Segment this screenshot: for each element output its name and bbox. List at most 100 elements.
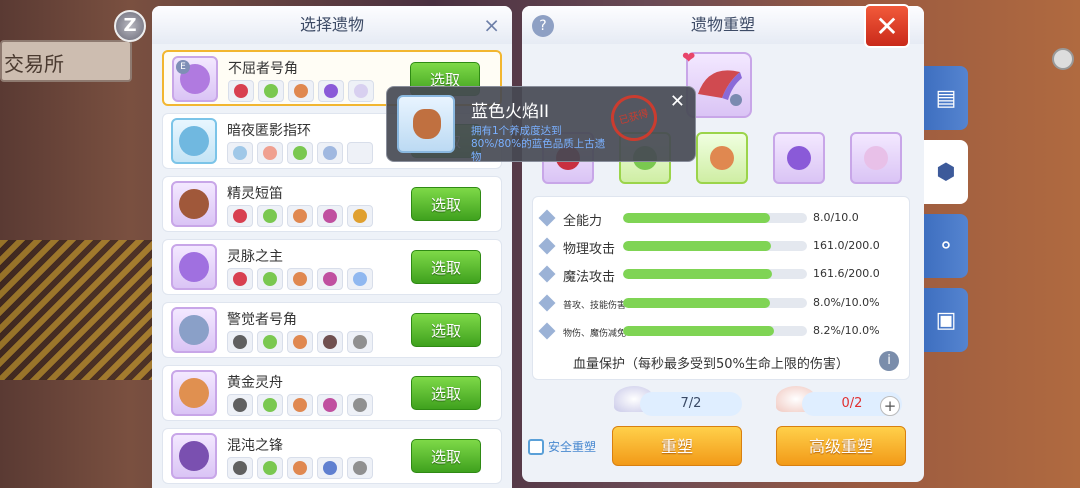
info-icon[interactable]: i: [879, 351, 899, 371]
safe-reforge-checkbox[interactable]: [528, 438, 544, 455]
slot-icon: [347, 331, 373, 353]
slot-icon: [288, 80, 314, 102]
part-gem-icon: [864, 146, 888, 170]
slot-icon: [287, 142, 313, 164]
select-button[interactable]: 选取: [411, 250, 481, 284]
relic-part-slot[interactable]: [773, 132, 825, 184]
slot-icon: [317, 205, 343, 227]
stats-box: 全能力 8.0/10.0 物理攻击 161.0/200.0 魔法攻击 161.6/200.…: [532, 196, 910, 380]
relic-row[interactable]: 精灵短笛 选取: [162, 176, 502, 232]
slot-icon: [227, 205, 253, 227]
relic-glyph-icon: [179, 441, 209, 471]
hexagon-icon[interactable]: ⬢: [924, 140, 968, 204]
relic-row[interactable]: 混沌之锋 选取: [162, 428, 502, 484]
relic-slots: [228, 80, 374, 102]
tooltip-relic-icon: [397, 95, 455, 153]
relic-icon: [171, 181, 217, 227]
exchange-sign: 交易所: [0, 40, 132, 82]
diamond-icon: [538, 322, 556, 340]
background-crowd-text: [0, 240, 160, 380]
advanced-reforge-button[interactable]: 高级重塑: [776, 426, 906, 466]
relic-name: 黄金灵舟: [227, 375, 283, 391]
relic-slots: [227, 205, 373, 227]
select-button[interactable]: 选取: [411, 187, 481, 221]
slot-icon: [347, 268, 373, 290]
relic-part-slot[interactable]: [696, 132, 748, 184]
tooltip-desc: 拥有1个养成度达到80%/80%的蓝色品质上古遗物: [471, 125, 606, 163]
help-icon[interactable]: ?: [532, 15, 554, 37]
slot-icon: [257, 457, 283, 479]
select-button[interactable]: 选取: [411, 439, 481, 473]
select-button[interactable]: 选取: [411, 376, 481, 410]
relic-icon: [171, 433, 217, 479]
slot-icon: [227, 394, 253, 416]
tooltip-close-icon[interactable]: ✕: [670, 91, 685, 112]
panel-title: 遗物重塑: [690, 15, 755, 34]
relic-row[interactable]: 灵脉之主 选取: [162, 239, 502, 295]
relic-slots: [227, 331, 373, 353]
slot-icon: [257, 142, 283, 164]
reforge-button[interactable]: 重塑: [612, 426, 742, 466]
stat-row: 物伤、魔伤减免 8.2%/10.0%: [538, 322, 901, 342]
slot-icon: [318, 80, 344, 102]
relic-part-slot[interactable]: [850, 132, 902, 184]
hp-protect-text: 血量保护（每秒最多受到50%生命上限的伤害）: [573, 357, 849, 372]
settings-icon[interactable]: [1052, 48, 1074, 70]
stat-bar: [623, 213, 807, 223]
shop-icon[interactable]: ▤: [924, 66, 968, 130]
stat-row: 全能力 8.0/10.0: [538, 209, 901, 229]
diamond-icon: [538, 265, 556, 283]
relic-name: 精灵短笛: [227, 186, 283, 202]
diamond-icon: [538, 237, 556, 255]
slot-icon: [227, 268, 253, 290]
z-button[interactable]: Z: [114, 10, 146, 42]
relic-row[interactable]: 警觉者号角 选取: [162, 302, 502, 358]
close-button[interactable]: ✕: [864, 4, 910, 48]
nodes-icon[interactable]: ⚬: [924, 214, 968, 278]
slot-icon: [317, 457, 343, 479]
slot-icon: [317, 331, 343, 353]
slot-icon: [287, 394, 313, 416]
stat-value: 8.0%/10.0%: [813, 296, 880, 309]
relic-row[interactable]: 黄金灵舟 选取: [162, 365, 502, 421]
horn-icon: [698, 70, 742, 106]
stat-value: 8.0/10.0: [813, 211, 859, 224]
relic-icon: [171, 244, 217, 290]
stat-bar-fill: [623, 241, 772, 251]
frame-icon[interactable]: ▣: [924, 288, 968, 352]
relic-glyph-icon: [179, 252, 209, 282]
part-gem-icon: [787, 146, 811, 170]
slot-icon: [287, 268, 313, 290]
relic-icon: [171, 370, 217, 416]
bag-icon: [413, 109, 441, 139]
stat-bar-fill: [623, 326, 774, 336]
close-icon[interactable]: ⨯: [483, 6, 500, 44]
diamond-icon: [538, 294, 556, 312]
relic-glyph-icon: [179, 315, 209, 345]
relic-glyph-icon: [179, 189, 209, 219]
relic-glyph-icon: [179, 126, 209, 156]
slot-icon: [287, 457, 313, 479]
slot-icon: [228, 80, 254, 102]
stat-label: 普攻、技能伤害: [563, 301, 627, 311]
stat-bar: [623, 298, 807, 308]
slot-icon: [317, 394, 343, 416]
relic-glyph-icon: [179, 378, 209, 408]
relic-slots: [227, 394, 373, 416]
relic-icon: [171, 118, 217, 164]
add-material-button[interactable]: +: [880, 396, 900, 416]
stat-label: 物伤、魔伤减免: [563, 329, 627, 339]
relic-name: 不屈者号角: [228, 61, 298, 77]
part-gem-icon: [710, 146, 734, 170]
safe-reforge-toggle[interactable]: 安全重塑: [528, 438, 596, 455]
panel-title: 选择遗物: [299, 15, 364, 34]
select-relic-panel: 选择遗物 ⨯ E不屈者号角选取暗夜匿影指环选取精灵短笛选取灵脉之主选取警觉者号角…: [152, 6, 512, 488]
relic-slots: [227, 268, 373, 290]
slot-icon: [348, 80, 374, 102]
slot-icon: [227, 331, 253, 353]
stat-value: 161.6/200.0: [813, 267, 880, 280]
select-relic-header: 选择遗物 ⨯: [152, 6, 512, 44]
relic-icon: E: [172, 56, 218, 102]
select-button[interactable]: 选取: [411, 313, 481, 347]
relic-name: 暗夜匿影指环: [227, 123, 311, 139]
